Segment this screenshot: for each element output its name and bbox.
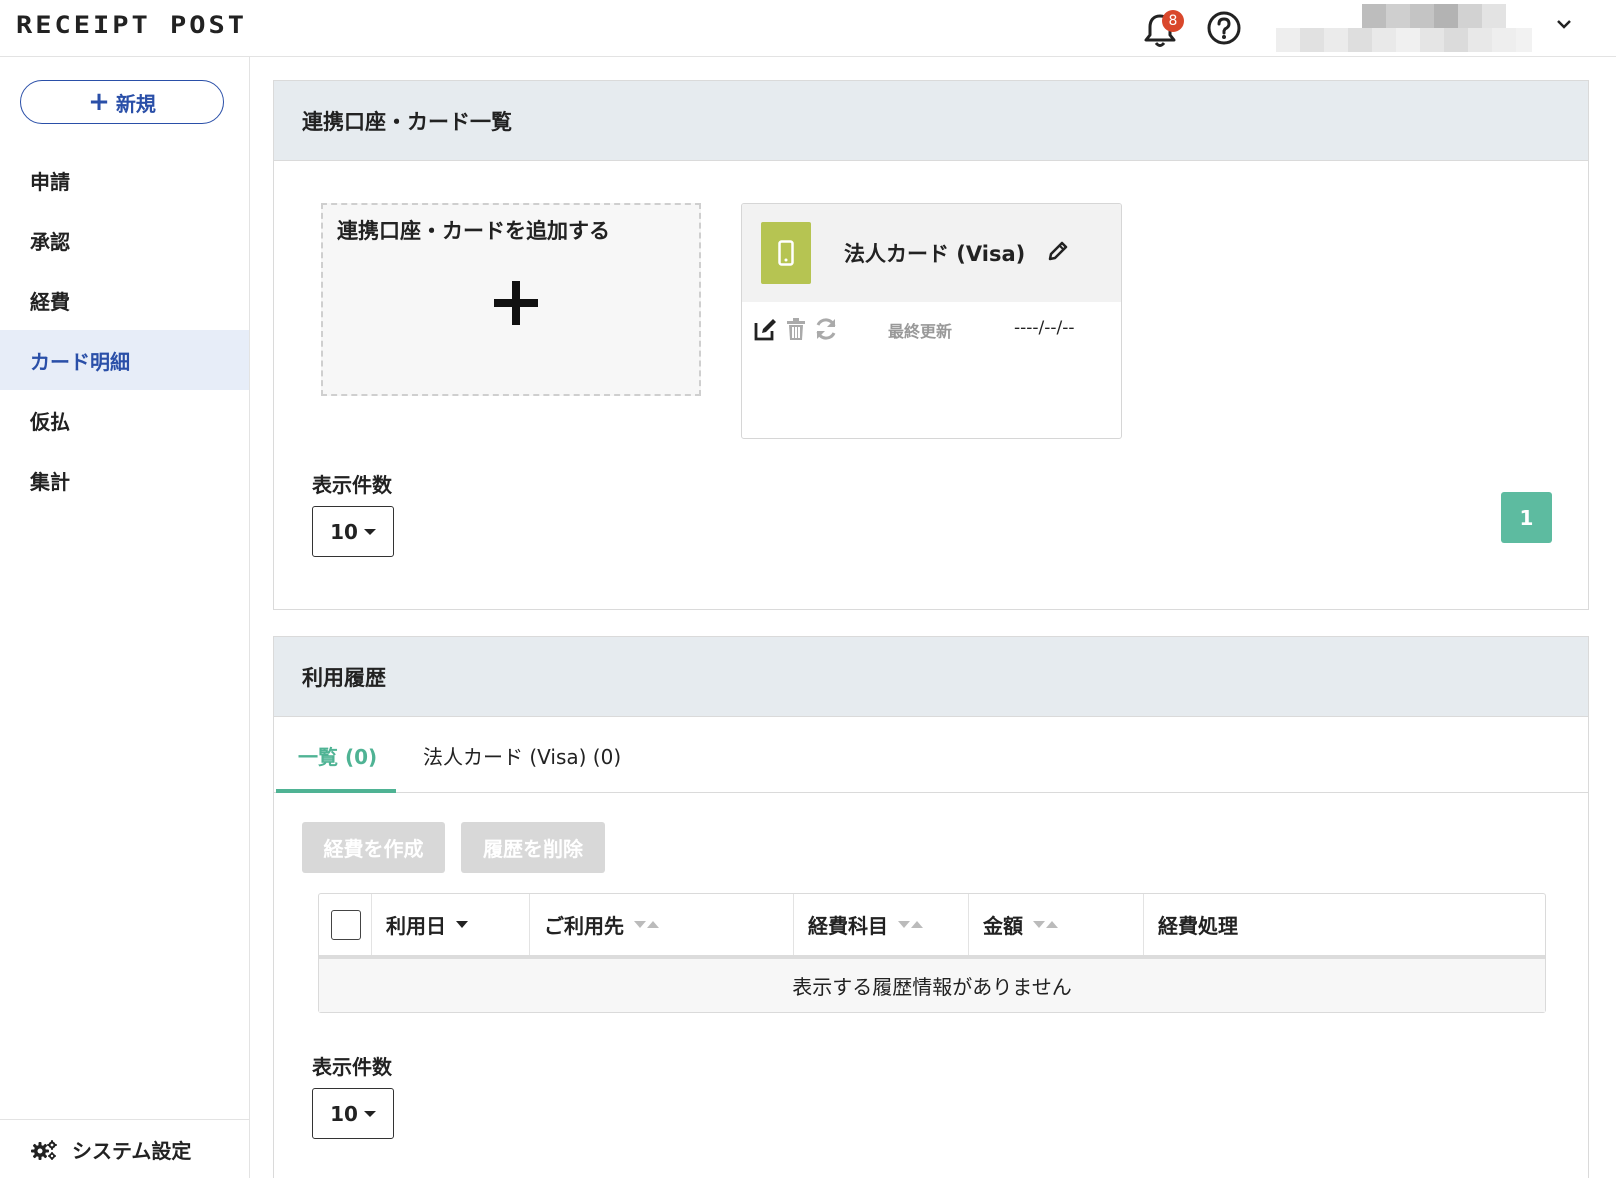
delete-history-button[interactable]: 履歴を削除 [461, 822, 605, 873]
trash-icon[interactable] [783, 316, 809, 342]
tab-all-label: 一覧 (0) [298, 744, 378, 769]
column-amount-label: 金額 [983, 914, 1023, 938]
column-amount[interactable]: 金額 [969, 894, 1144, 955]
caret-down-icon [363, 528, 376, 535]
create-expense-button[interactable]: 経費を作成 [302, 822, 445, 873]
notification-badge: 8 [1162, 10, 1184, 32]
plus-icon: + [88, 87, 110, 117]
column-account[interactable]: 経費科目 [794, 894, 969, 955]
history-panel: 利用履歴 一覧 (0) 法人カード (Visa) (0) 経費を作成 履歴を削除… [273, 636, 1589, 1178]
user-avatar-blurred[interactable] [1276, 4, 1546, 54]
account-card-actions [753, 316, 839, 342]
column-expense-processing-label: 経費処理 [1158, 914, 1238, 938]
sidebar-item-apply[interactable]: 申請 [0, 150, 249, 210]
tab-corporate-card[interactable]: 法人カード (Visa) (0) [423, 717, 621, 793]
new-button[interactable]: + 新規 [20, 80, 224, 124]
sidebar-divider [0, 1119, 249, 1120]
plus-icon [494, 281, 538, 325]
sidebar: + 新規 申請承認経費カード明細仮払集計 [0, 57, 250, 1178]
history-per-page-select[interactable]: 10 [312, 1088, 394, 1139]
help-icon[interactable] [1206, 10, 1242, 46]
account-card: 法人カード (Visa) 最終更新 ----/--/-- [741, 203, 1122, 439]
sidebar-item-report[interactable]: 集計 [0, 450, 249, 510]
last-updated-label: 最終更新 [888, 322, 953, 341]
refresh-icon[interactable] [813, 316, 839, 342]
pencil-icon[interactable] [1047, 240, 1069, 262]
history-panel-title: 利用履歴 [274, 637, 1588, 717]
per-page-select[interactable]: 10 [312, 506, 394, 557]
sidebar-item-label: 承認 [30, 229, 70, 254]
mobile-phone-icon [761, 222, 811, 284]
column-expense-processing: 経費処理 [1144, 894, 1545, 955]
column-date-label: 利用日 [386, 914, 446, 938]
select-all-cell [319, 894, 372, 955]
sidebar-item-label: 集計 [30, 469, 70, 494]
sort-icon [1033, 921, 1058, 928]
column-merchant[interactable]: ご利用先 [530, 894, 794, 955]
pagination-page-button[interactable]: 1 [1501, 492, 1552, 543]
system-settings-link[interactable]: システム設定 [30, 1135, 191, 1164]
sidebar-item-label: 申請 [30, 169, 70, 194]
add-account-card[interactable]: 連携口座・カードを追加する [321, 203, 701, 396]
empty-table-message: 表示する履歴情報がありません [319, 959, 1545, 1012]
history-per-page-value: 10 [330, 1101, 358, 1126]
active-tab-indicator [276, 789, 396, 793]
sidebar-item-card-statement[interactable]: カード明細 [0, 330, 249, 390]
app-logo[interactable]: RECEIPT POST [16, 12, 247, 40]
history-per-page-label: 表示件数 [312, 1055, 392, 1079]
sidebar-item-expense[interactable]: 経費 [0, 270, 249, 330]
sidebar-item-label: 仮払 [30, 409, 70, 434]
column-date[interactable]: 利用日 [372, 894, 530, 955]
per-page-label: 表示件数 [312, 473, 392, 497]
sidebar-item-label: 経費 [30, 289, 70, 314]
last-updated-value: ----/--/-- [1014, 318, 1075, 338]
accounts-panel-title: 連携口座・カード一覧 [274, 81, 1588, 161]
account-card-name: 法人カード (Visa) [844, 242, 1026, 266]
gears-icon [31, 1139, 57, 1160]
column-merchant-label: ご利用先 [544, 914, 624, 938]
sidebar-item-advance[interactable]: 仮払 [0, 390, 249, 450]
sort-icon [634, 921, 659, 928]
tab-corporate-card-label: 法人カード (Visa) (0) [423, 744, 622, 769]
per-page-value: 10 [330, 519, 358, 544]
edit-icon[interactable] [753, 316, 779, 342]
new-button-label: 新規 [115, 91, 156, 116]
tab-all[interactable]: 一覧 (0) [298, 717, 377, 793]
history-table: 利用日 ご利用先 経費科目 金額 経費処理 表示する履歴情報がありません [318, 893, 1546, 1013]
chevron-down-icon[interactable] [1556, 16, 1572, 32]
system-settings-label: システム設定 [72, 1139, 192, 1163]
history-tabs: 一覧 (0) 法人カード (Visa) (0) [274, 717, 1588, 793]
sidebar-item-label: カード明細 [30, 349, 130, 374]
column-account-label: 経費科目 [808, 914, 888, 938]
select-all-checkbox[interactable] [331, 909, 361, 940]
top-header: RECEIPT POST 8 [0, 0, 1616, 57]
caret-down-icon [363, 1110, 376, 1117]
sidebar-item-approve[interactable]: 承認 [0, 210, 249, 270]
sort-icon [898, 921, 923, 928]
add-account-label: 連携口座・カードを追加する [337, 219, 610, 243]
sort-desc-icon [456, 921, 468, 928]
accounts-panel: 連携口座・カード一覧 連携口座・カードを追加する 法人カード (Visa) 最終… [273, 80, 1589, 610]
